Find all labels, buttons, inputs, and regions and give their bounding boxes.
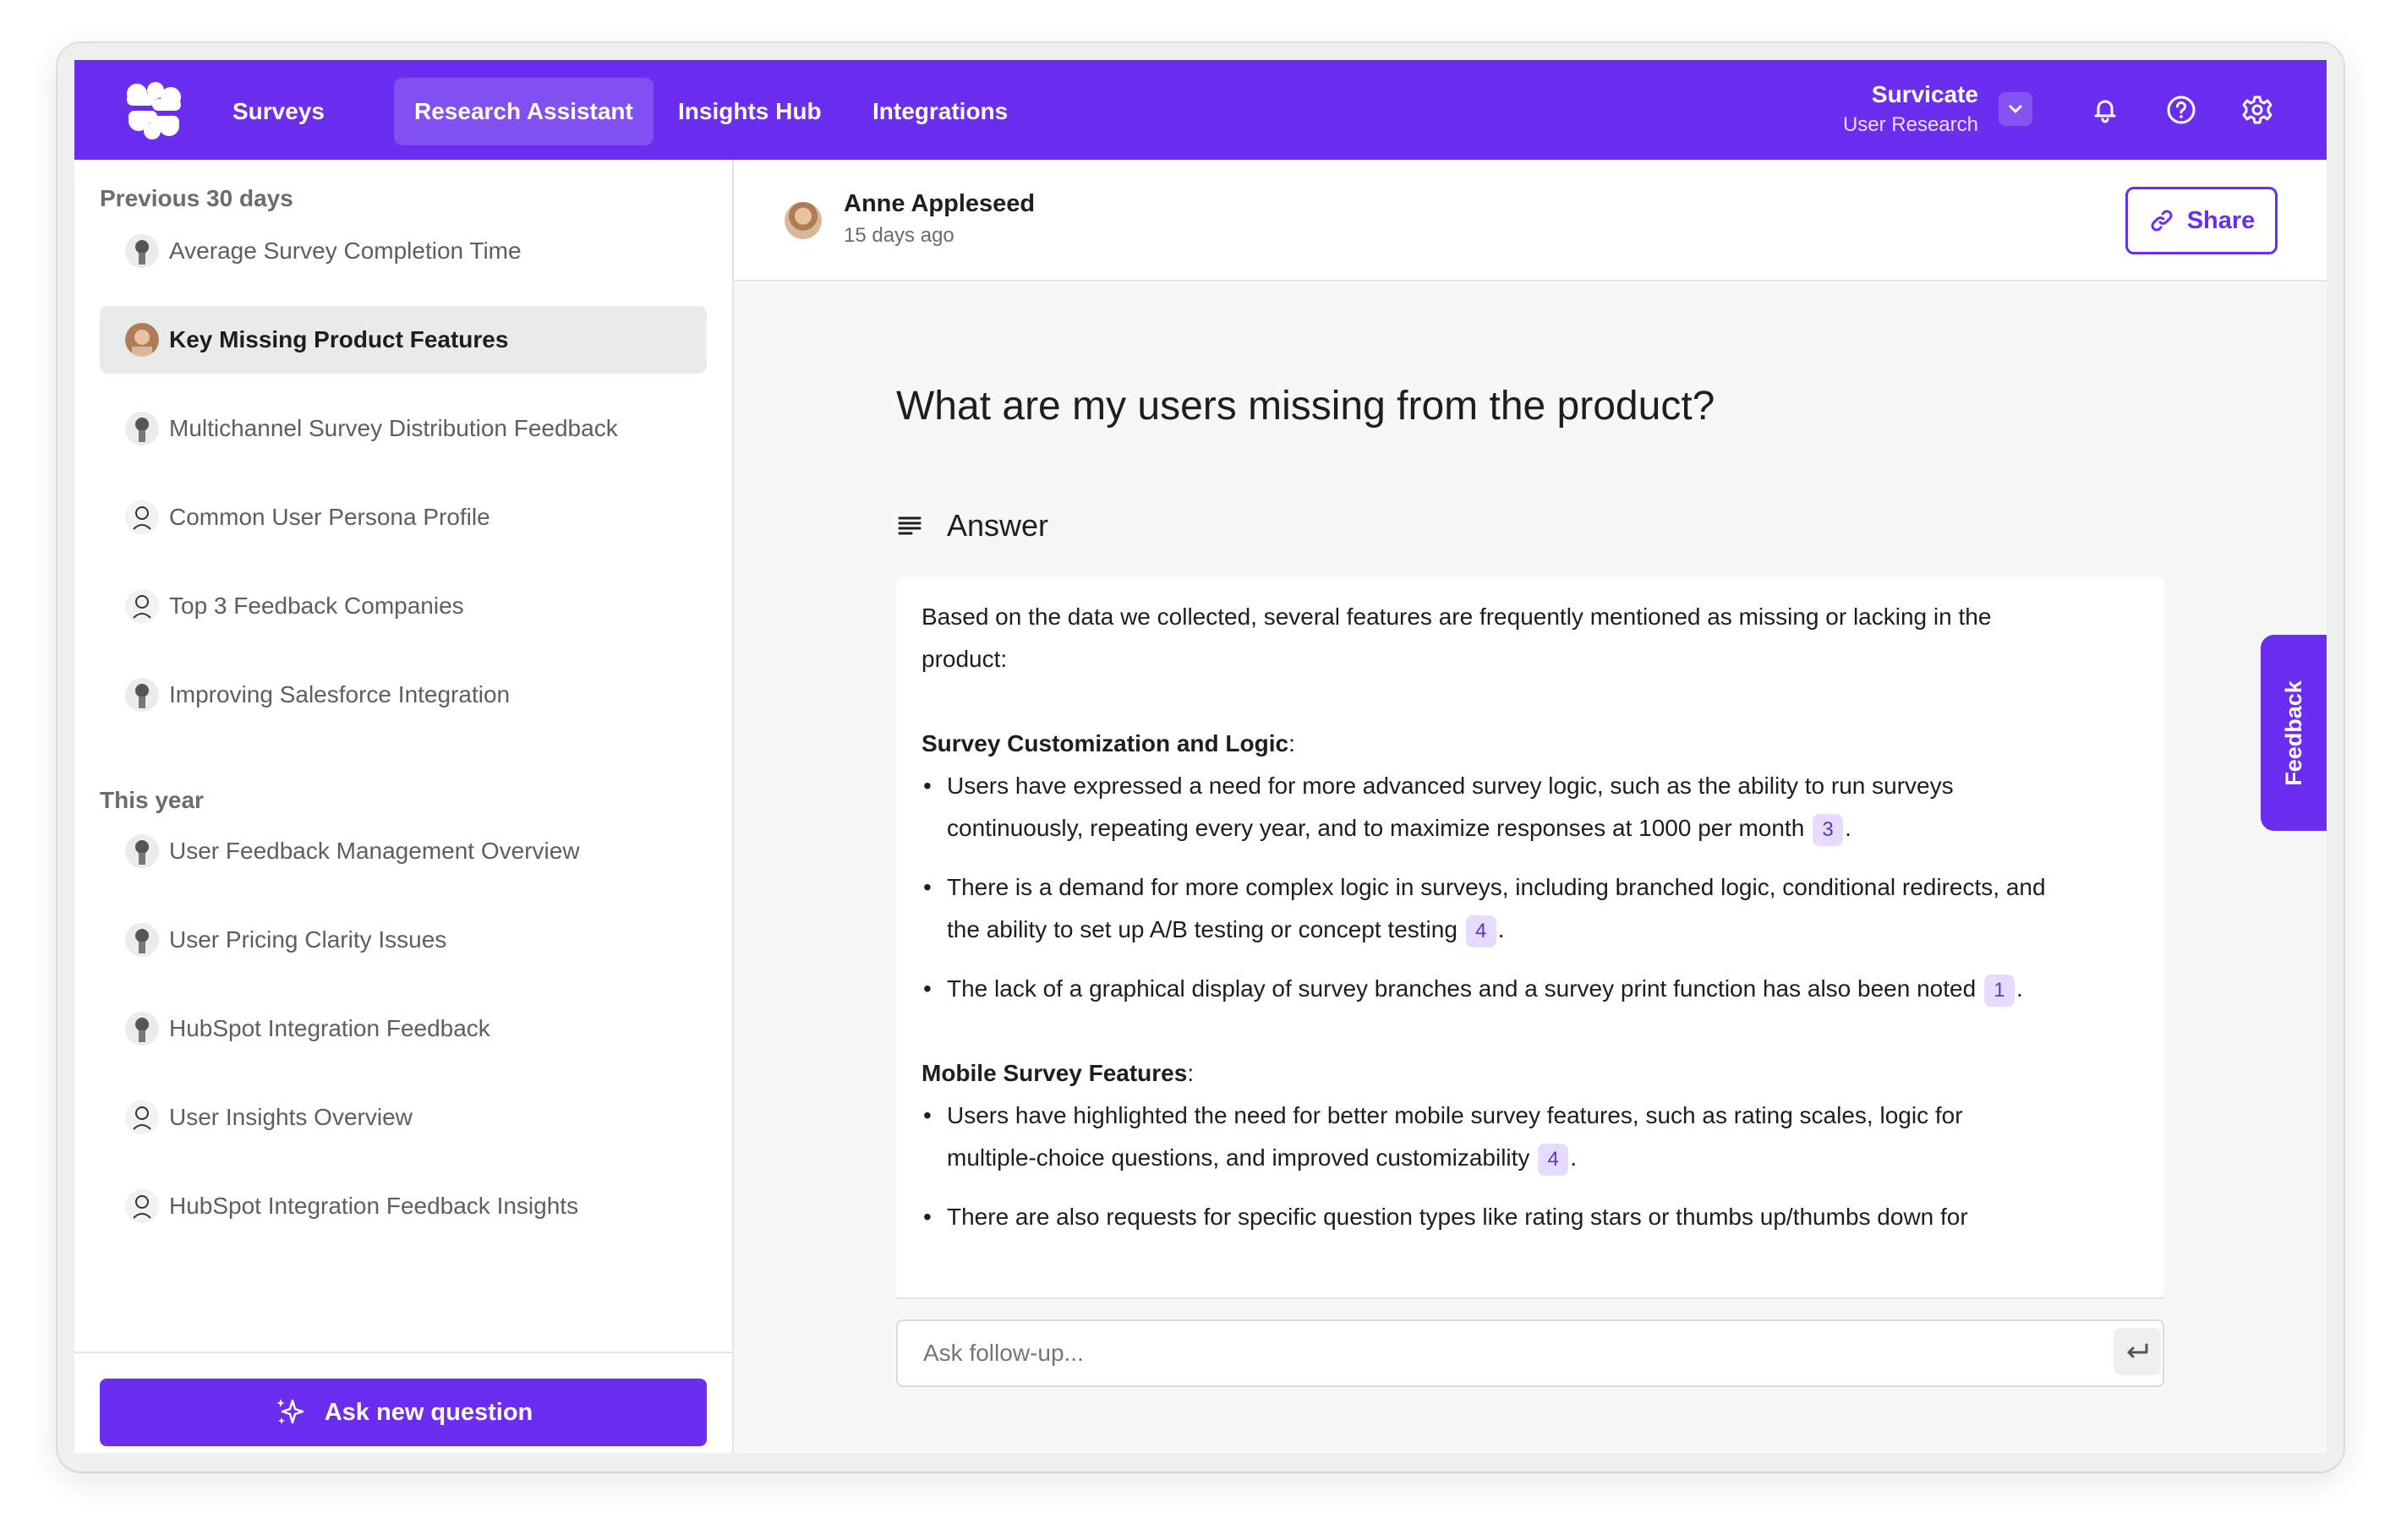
question-title: What are my users missing from the produ…	[896, 384, 1715, 429]
feedback-label: Feedback	[2280, 680, 2306, 786]
answer-card: Based on the data we collected, several …	[896, 577, 2164, 1297]
ask-new-question-button[interactable]: Ask new question	[100, 1379, 707, 1446]
bell-icon[interactable]	[2088, 93, 2122, 127]
sidebar-item-label: HubSpot Integration Feedback	[169, 1015, 490, 1041]
section-heading: Mobile Survey Features:	[922, 1060, 1195, 1086]
share-label: Share	[2186, 206, 2256, 234]
text-lines-icon	[898, 516, 922, 535]
sidebar-item-key-missing-product-features[interactable]: Key Missing Product Features	[100, 306, 707, 374]
answer-heading: Answer	[896, 508, 1048, 543]
help-icon[interactable]	[2164, 93, 2198, 127]
app-window: Surveys Research Assistant Insights Hub …	[74, 60, 2327, 1453]
ask-new-question-label: Ask new question	[324, 1398, 533, 1426]
sidebar-item-label: Improving Salesforce Integration	[169, 681, 511, 707]
workspace-name: Survicate	[1871, 81, 1978, 107]
sidebar-item-hubspot-integration-feedback[interactable]: HubSpot Integration Feedback	[100, 995, 707, 1062]
chevron-down-icon	[2009, 105, 2022, 113]
avatar	[125, 923, 159, 957]
section-heading: Survey Customization and Logic:	[922, 730, 1295, 756]
list-item: The lack of a graphical display of surve…	[922, 968, 2046, 1010]
citation-badge[interactable]: 4	[1465, 915, 1496, 947]
section-heading-this-year: This year	[100, 787, 204, 813]
workspace-switcher[interactable]: Survicate User Research	[1843, 79, 1978, 139]
avatar	[125, 323, 159, 357]
list-item: Users have expressed a need for more adv…	[922, 765, 2046, 849]
follow-up-input[interactable]	[896, 1319, 2164, 1387]
avatar	[125, 1012, 159, 1046]
avatar	[125, 1100, 159, 1134]
sidebar-item-user-pricing-clarity-issues[interactable]: User Pricing Clarity Issues	[100, 906, 707, 974]
divider	[896, 1297, 2164, 1299]
sidebar-item-multichannel-survey-distribution-feedback[interactable]: Multichannel Survey Distribution Feedbac…	[100, 395, 707, 462]
history-sidebar: Previous 30 days Average Survey Completi…	[74, 160, 734, 1453]
sidebar-item-label: HubSpot Integration Feedback Insights	[169, 1193, 579, 1219]
feedback-tab[interactable]: Feedback	[2261, 635, 2327, 831]
sidebar-item-label: Common User Persona Profile	[169, 504, 490, 530]
sidebar-item-label: Average Survey Completion Time	[169, 238, 522, 264]
answer-label: Answer	[947, 508, 1049, 543]
list-item: Users have highlighted the need for bett…	[922, 1095, 2046, 1179]
link-icon	[2151, 210, 2173, 232]
section-heading-previous-30-days: Previous 30 days	[100, 185, 293, 211]
main-panel: Anne Appleseed 15 days ago Share What ar…	[734, 160, 2327, 1453]
sidebar-item-hubspot-integration-feedback-insights[interactable]: HubSpot Integration Feedback Insights	[100, 1172, 707, 1240]
sidebar-item-label: Multichannel Survey Distribution Feedbac…	[169, 415, 618, 441]
sidebar-item-common-user-persona-profile[interactable]: Common User Persona Profile	[100, 483, 707, 551]
sidebar-item-label: User Pricing Clarity Issues	[169, 926, 447, 953]
avatar	[125, 589, 159, 623]
citation-badge[interactable]: 4	[1538, 1144, 1569, 1176]
nav-surveys[interactable]: Surveys	[212, 78, 345, 145]
avatar	[125, 234, 159, 268]
citation-badge[interactable]: 1	[1983, 975, 2015, 1007]
avatar	[125, 678, 159, 712]
answer-body: Based on the data we collected, several …	[922, 596, 2046, 1238]
list-item: There is a demand for more complex logic…	[922, 866, 2046, 951]
sidebar-item-label: Top 3 Feedback Companies	[169, 593, 464, 619]
author-name: Anne Appleseed	[844, 190, 1036, 217]
sidebar-divider	[74, 1352, 732, 1353]
nav-insights-hub[interactable]: Insights Hub	[658, 78, 842, 145]
sparkles-icon	[276, 1399, 304, 1424]
sidebar-item-top-3-feedback-companies[interactable]: Top 3 Feedback Companies	[100, 572, 707, 640]
sidebar-item-average-survey-completion-time[interactable]: Average Survey Completion Time	[100, 217, 707, 285]
sidebar-item-label: User Feedback Management Overview	[169, 838, 580, 864]
top-navigation: Surveys Research Assistant Insights Hub …	[74, 60, 2327, 160]
workspace-subtitle: User Research	[1842, 113, 1978, 136]
conversation-header: Anne Appleseed 15 days ago Share	[734, 160, 2327, 281]
avatar	[125, 1189, 159, 1223]
sidebar-item-improving-salesforce-integration[interactable]: Improving Salesforce Integration	[100, 661, 707, 729]
nav-research-assistant[interactable]: Research Assistant	[394, 78, 654, 145]
send-button[interactable]	[2114, 1328, 2161, 1375]
answer-intro: Based on the data we collected, several …	[922, 603, 1992, 672]
sidebar-item-user-feedback-management-overview[interactable]: User Feedback Management Overview	[100, 817, 707, 885]
citation-badge[interactable]: 3	[1813, 814, 1844, 846]
sidebar-item-user-insights-overview[interactable]: User Insights Overview	[100, 1084, 707, 1151]
avatar	[125, 834, 159, 868]
sidebar-item-label: Key Missing Product Features	[169, 326, 509, 352]
share-button[interactable]: Share	[2125, 187, 2278, 254]
avatar	[125, 412, 159, 445]
avatar	[785, 202, 822, 239]
enter-arrow-icon	[2127, 1343, 2148, 1358]
list-item: There are also requests for specific que…	[922, 1196, 2046, 1238]
survicate-logo-icon[interactable]	[122, 80, 186, 141]
nav-integrations[interactable]: Integrations	[852, 78, 1028, 145]
sidebar-item-label: User Insights Overview	[169, 1104, 413, 1130]
timestamp: 15 days ago	[844, 224, 954, 247]
avatar	[125, 500, 159, 534]
gear-icon[interactable]	[2240, 93, 2274, 127]
workspace-dropdown-button[interactable]	[1999, 92, 2032, 126]
